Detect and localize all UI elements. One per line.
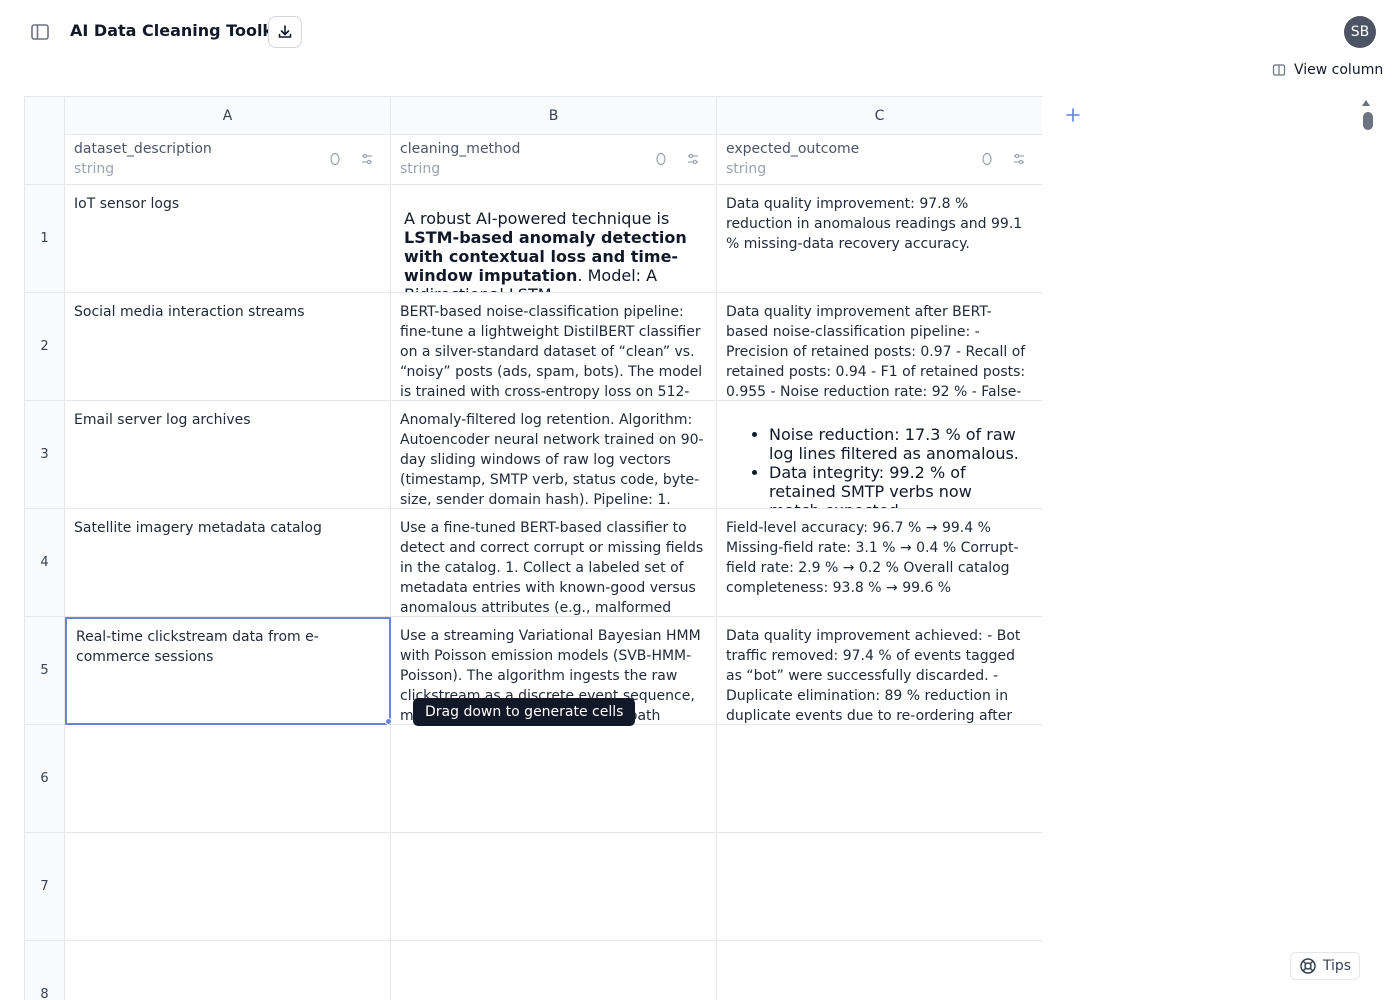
table-cell[interactable]: Data quality improvement after BERT-base… bbox=[717, 293, 1042, 401]
table-cell[interactable]: A robust AI-powered technique is LSTM-ba… bbox=[391, 185, 717, 293]
column-header-b[interactable]: cleaning_method string bbox=[391, 135, 717, 185]
table-cell[interactable]: Satellite imagery metadata catalog bbox=[65, 509, 391, 617]
row-number[interactable]: 4 bbox=[25, 509, 65, 617]
row-number[interactable]: 8 bbox=[25, 941, 65, 1000]
scroll-up-arrow[interactable] bbox=[1362, 100, 1370, 106]
column-header-a[interactable]: dataset_description string bbox=[65, 135, 391, 185]
page-title: AI Data Cleaning Toolkit bbox=[70, 21, 287, 40]
table-cell[interactable]: Field-level accuracy: 96.7 % → 99.4 % Mi… bbox=[717, 509, 1042, 617]
columns-icon bbox=[1272, 64, 1286, 76]
column-status-icon[interactable] bbox=[654, 152, 668, 166]
tips-button[interactable]: Tips bbox=[1290, 952, 1360, 980]
drag-tooltip: Drag down to generate cells bbox=[413, 698, 636, 726]
plus-icon bbox=[1066, 108, 1080, 122]
table-cell[interactable] bbox=[65, 725, 391, 833]
table-cell[interactable]: Noise reduction: 17.3 % of raw log lines… bbox=[717, 401, 1042, 509]
table-cell[interactable]: Data quality improvement: 97.8 % reducti… bbox=[717, 185, 1042, 293]
column-status-icon[interactable] bbox=[980, 152, 994, 166]
table-cell[interactable]: Anomaly-filtered log retention. Algorith… bbox=[391, 401, 717, 509]
sidebar-toggle-icon[interactable] bbox=[28, 20, 52, 44]
view-columns-button[interactable]: View column bbox=[1272, 60, 1383, 80]
row-number[interactable]: 6 bbox=[25, 725, 65, 833]
table-cell[interactable] bbox=[65, 941, 391, 1000]
cell-text: A robust AI-powered technique is bbox=[404, 209, 670, 228]
row-number[interactable]: 5 bbox=[25, 617, 65, 725]
list-item: Noise reduction: 17.3 % of raw log lines… bbox=[769, 425, 1026, 463]
column-letter-b[interactable]: B bbox=[391, 97, 717, 135]
vertical-scrollbar-thumb[interactable] bbox=[1363, 112, 1373, 130]
download-icon bbox=[278, 25, 292, 38]
table-cell[interactable] bbox=[391, 941, 717, 1000]
row-number[interactable]: 1 bbox=[25, 185, 65, 293]
fill-handle[interactable] bbox=[385, 718, 392, 725]
row-number[interactable]: 2 bbox=[25, 293, 65, 401]
table-cell[interactable] bbox=[391, 833, 717, 941]
lifebuoy-icon bbox=[1300, 958, 1316, 974]
table-cell[interactable] bbox=[717, 833, 1042, 941]
download-button[interactable] bbox=[268, 16, 302, 48]
table-cell[interactable] bbox=[717, 725, 1042, 833]
column-header-c[interactable]: expected_outcome string bbox=[717, 135, 1042, 185]
grid-corner bbox=[25, 97, 65, 185]
row-number[interactable]: 3 bbox=[25, 401, 65, 509]
avatar[interactable]: SB bbox=[1344, 16, 1376, 48]
table-cell[interactable]: Data quality improvement achieved: - Bot… bbox=[717, 617, 1042, 725]
tips-label: Tips bbox=[1322, 958, 1352, 974]
spreadsheet-grid: A B C dataset_description string cleanin… bbox=[24, 96, 1042, 1000]
selected-cell[interactable]: Real-time clickstream data from e-commer… bbox=[65, 617, 391, 725]
row-number[interactable]: 7 bbox=[25, 833, 65, 941]
add-column-button[interactable] bbox=[1062, 104, 1084, 126]
table-cell[interactable] bbox=[717, 941, 1042, 1000]
list-item: Data integrity: 99.2 % of retained SMTP … bbox=[769, 463, 1026, 508]
column-settings-icon[interactable] bbox=[686, 152, 700, 166]
table-cell[interactable]: Use a fine-tuned BERT-based classifier t… bbox=[391, 509, 717, 617]
column-settings-icon[interactable] bbox=[1012, 152, 1026, 166]
table-cell[interactable] bbox=[391, 725, 717, 833]
table-cell[interactable] bbox=[65, 833, 391, 941]
table-cell[interactable]: IoT sensor logs bbox=[65, 185, 391, 293]
column-letter-c[interactable]: C bbox=[717, 97, 1042, 135]
table-cell[interactable]: Email server log archives bbox=[65, 401, 391, 509]
column-settings-icon[interactable] bbox=[360, 152, 374, 166]
column-status-icon[interactable] bbox=[328, 152, 342, 166]
table-cell[interactable]: Social media interaction streams bbox=[65, 293, 391, 401]
view-columns-label: View column bbox=[1294, 62, 1384, 78]
table-cell[interactable]: BERT-based noise-classification pipeline… bbox=[391, 293, 717, 401]
column-letter-a[interactable]: A bbox=[65, 97, 391, 135]
